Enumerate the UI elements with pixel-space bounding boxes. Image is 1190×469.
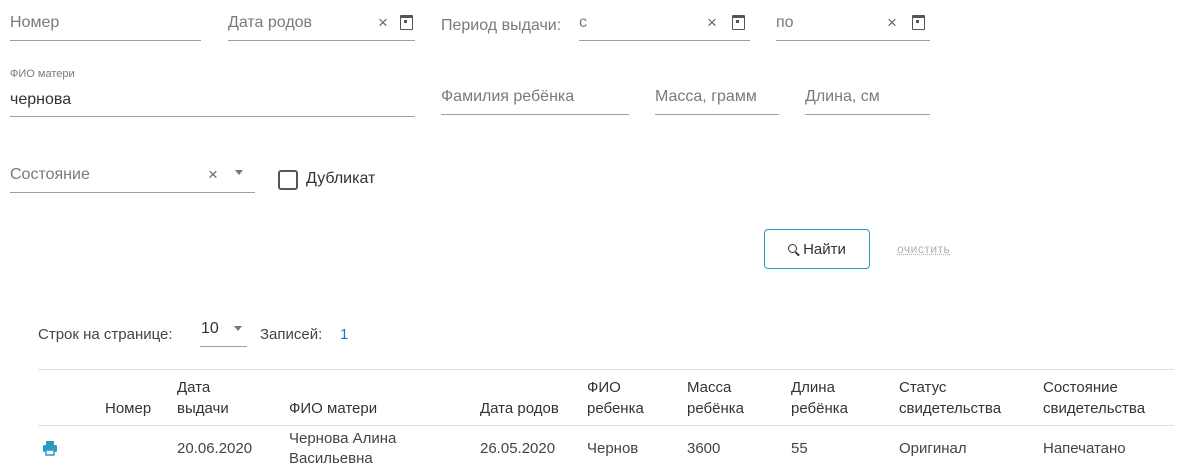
close-icon[interactable]: × <box>208 166 218 184</box>
mass-placeholder: Масса, грамм <box>655 88 757 105</box>
cell-issue-date: 20.06.2020 <box>177 440 253 457</box>
chevron-down-icon[interactable] <box>235 170 243 175</box>
calendar-icon[interactable] <box>912 15 925 30</box>
header-birth-date[interactable]: Дата родов <box>480 398 559 419</box>
calendar-icon[interactable] <box>400 15 413 30</box>
number-placeholder: Номер <box>10 14 60 31</box>
birth-date-placeholder: Дата родов <box>228 14 313 31</box>
rows-per-page-label: Строк на странице: <box>38 326 173 343</box>
header-mother[interactable]: ФИО матери <box>289 398 377 419</box>
number-input[interactable]: Номер <box>10 8 201 41</box>
header-state-2[interactable]: свидетельства <box>1043 398 1145 419</box>
header-child-1[interactable]: ФИО <box>587 377 621 398</box>
calendar-icon[interactable] <box>732 15 745 30</box>
issue-period-from-placeholder: с <box>579 14 587 31</box>
header-status-2[interactable]: свидетельства <box>899 398 1001 419</box>
length-input[interactable]: Длина, см <box>805 82 930 115</box>
header-issue-date-1[interactable]: Дата <box>177 377 210 398</box>
duplicate-checkbox[interactable] <box>278 170 298 190</box>
close-icon[interactable]: × <box>887 14 897 32</box>
cell-status: Оригинал <box>899 440 967 457</box>
printer-icon[interactable] <box>43 440 57 456</box>
header-state-1[interactable]: Состояние <box>1043 377 1118 398</box>
duplicate-label: Дубликат <box>306 170 376 187</box>
mother-name-input[interactable]: ФИО матери чернова <box>10 68 415 117</box>
birth-date-input[interactable]: Дата родов × <box>228 8 415 41</box>
find-button[interactable]: Найти <box>764 229 870 269</box>
records-label: Записей: <box>260 326 323 343</box>
clear-button[interactable]: очистить <box>897 242 950 256</box>
header-number[interactable]: Номер <box>105 398 151 419</box>
close-icon[interactable]: × <box>707 14 717 32</box>
header-length-2[interactable]: ребёнка <box>791 398 848 419</box>
header-mass-2[interactable]: ребёнка <box>687 398 744 419</box>
state-placeholder: Состояние <box>10 166 90 183</box>
cell-length: 55 <box>791 440 808 457</box>
mother-name-value: чернова <box>10 91 72 108</box>
header-status-1[interactable]: Статус <box>899 377 946 398</box>
search-icon <box>788 244 798 253</box>
mother-name-label: ФИО матери <box>10 68 75 80</box>
header-length-1[interactable]: Длина <box>791 377 835 398</box>
find-button-label: Найти <box>803 240 846 258</box>
length-placeholder: Длина, см <box>805 88 880 105</box>
child-surname-placeholder: Фамилия ребёнка <box>441 88 575 105</box>
rows-per-page-value: 10 <box>201 320 219 337</box>
state-select[interactable]: Состояние × <box>10 160 255 193</box>
issue-period-from-input[interactable]: с × <box>579 8 750 41</box>
header-child-2[interactable]: ребенка <box>587 398 644 419</box>
cell-mother-1: Чернова Алина <box>289 430 397 447</box>
cell-child: Чернов <box>587 440 639 457</box>
cell-birth-date: 26.05.2020 <box>480 440 556 457</box>
chevron-down-icon <box>234 326 242 331</box>
mass-input[interactable]: Масса, грамм <box>655 82 779 115</box>
header-mass-1[interactable]: Масса <box>687 377 731 398</box>
rows-per-page-select[interactable]: 10 <box>200 318 247 347</box>
cell-state: Напечатано <box>1043 440 1126 457</box>
records-count: 1 <box>340 326 349 343</box>
header-issue-date-2[interactable]: выдачи <box>177 398 229 419</box>
issue-period-to-placeholder: по <box>776 14 794 31</box>
child-surname-input[interactable]: Фамилия ребёнка <box>441 82 629 115</box>
issue-period-to-input[interactable]: по × <box>776 8 930 41</box>
cell-mass: 3600 <box>687 440 721 457</box>
issue-period-label: Период выдачи: <box>441 17 562 34</box>
table-top-divider <box>38 369 1174 370</box>
cell-mother-2: Васильевна <box>289 450 373 467</box>
close-icon[interactable]: × <box>378 14 388 32</box>
